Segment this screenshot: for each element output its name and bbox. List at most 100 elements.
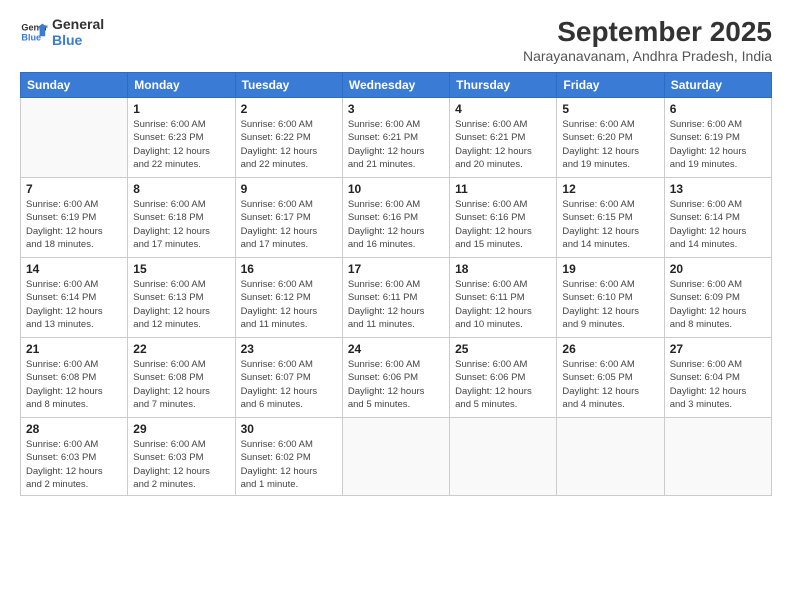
page: General Blue General Blue September 2025… [0,0,792,612]
day-info: Sunrise: 6:00 AM Sunset: 6:12 PM Dayligh… [241,278,337,331]
col-header-tuesday: Tuesday [235,73,342,98]
day-number: 15 [133,262,229,276]
day-info: Sunrise: 6:00 AM Sunset: 6:23 PM Dayligh… [133,118,229,171]
calendar-cell: 2Sunrise: 6:00 AM Sunset: 6:22 PM Daylig… [235,98,342,178]
logo-blue: Blue [52,32,104,48]
calendar-table: SundayMondayTuesdayWednesdayThursdayFrid… [20,72,772,496]
day-info: Sunrise: 6:00 AM Sunset: 6:08 PM Dayligh… [133,358,229,411]
title-block: September 2025 Narayanavanam, Andhra Pra… [523,16,772,64]
calendar-cell [342,418,449,496]
day-info: Sunrise: 6:00 AM Sunset: 6:16 PM Dayligh… [348,198,444,251]
calendar-cell: 25 Sunrise: 6:00 AM Sunset: 6:06 PM Dayli… [450,338,557,418]
day-number: 3 [348,102,444,116]
calendar-cell: 24 Sunrise: 6:00 AM Sunset: 6:06 PM Dayli… [342,338,449,418]
day-number: 19 [562,262,658,276]
calendar-cell: 14 Sunrise: 6:00 AM Sunset: 6:14 PM Dayli… [21,258,128,338]
day-info: Sunrise: 6:00 AM Sunset: 6:06 PM Dayligh… [455,358,551,411]
day-number: 20 [670,262,766,276]
day-number: 16 [241,262,337,276]
calendar-header-row: SundayMondayTuesdayWednesdayThursdayFrid… [21,73,772,98]
day-number: 4 [455,102,551,116]
calendar-cell: 27 Sunrise: 6:00 AM Sunset: 6:04 PM Dayli… [664,338,771,418]
day-info: Sunrise: 6:00 AM Sunset: 6:19 PM Dayligh… [26,198,122,251]
day-info: Sunrise: 6:00 AM Sunset: 6:08 PM Dayligh… [26,358,122,411]
day-info: Sunrise: 6:00 AM Sunset: 6:16 PM Dayligh… [455,198,551,251]
day-number: 27 [670,342,766,356]
calendar-week-row: 21 Sunrise: 6:00 AM Sunset: 6:08 PM Dayli… [21,338,772,418]
col-header-friday: Friday [557,73,664,98]
calendar-week-row: 14 Sunrise: 6:00 AM Sunset: 6:14 PM Dayli… [21,258,772,338]
day-info: Sunrise: 6:00 AM Sunset: 6:07 PM Dayligh… [241,358,337,411]
day-number: 21 [26,342,122,356]
day-info: Sunrise: 6:00 AM Sunset: 6:02 PM Dayligh… [241,438,337,491]
day-info: Sunrise: 6:00 AM Sunset: 6:21 PM Dayligh… [348,118,444,171]
svg-text:Blue: Blue [21,32,41,42]
day-info: Sunrise: 6:00 AM Sunset: 6:06 PM Dayligh… [348,358,444,411]
calendar-week-row: 28 Sunrise: 6:00 AM Sunset: 6:03 PM Dayli… [21,418,772,496]
location: Narayanavanam, Andhra Pradesh, India [523,48,772,64]
day-info: Sunrise: 6:00 AM Sunset: 6:20 PM Dayligh… [562,118,658,171]
calendar-cell: 3 Sunrise: 6:00 AM Sunset: 6:21 PM Daylig… [342,98,449,178]
calendar-cell: 19 Sunrise: 6:00 AM Sunset: 6:10 PM Dayli… [557,258,664,338]
day-info: Sunrise: 6:00 AM Sunset: 6:04 PM Dayligh… [670,358,766,411]
day-number: 13 [670,182,766,196]
day-info: Sunrise: 6:00 AM Sunset: 6:22 PM Dayligh… [241,118,337,171]
calendar-cell: 30Sunrise: 6:00 AM Sunset: 6:02 PM Dayli… [235,418,342,496]
day-number: 17 [348,262,444,276]
day-number: 5 [562,102,658,116]
day-info: Sunrise: 6:00 AM Sunset: 6:15 PM Dayligh… [562,198,658,251]
calendar-cell: 7 Sunrise: 6:00 AM Sunset: 6:19 PM Daylig… [21,178,128,258]
logo: General Blue General Blue [20,16,104,48]
day-number: 24 [348,342,444,356]
day-info: Sunrise: 6:00 AM Sunset: 6:14 PM Dayligh… [26,278,122,331]
day-info: Sunrise: 6:00 AM Sunset: 6:17 PM Dayligh… [241,198,337,251]
calendar-cell: 4 Sunrise: 6:00 AM Sunset: 6:21 PM Daylig… [450,98,557,178]
calendar-cell: 16 Sunrise: 6:00 AM Sunset: 6:12 PM Dayli… [235,258,342,338]
calendar-cell: 15 Sunrise: 6:00 AM Sunset: 6:13 PM Dayli… [128,258,235,338]
col-header-monday: Monday [128,73,235,98]
day-info: Sunrise: 6:00 AM Sunset: 6:09 PM Dayligh… [670,278,766,331]
calendar-week-row: 7 Sunrise: 6:00 AM Sunset: 6:19 PM Daylig… [21,178,772,258]
day-info: Sunrise: 6:00 AM Sunset: 6:11 PM Dayligh… [348,278,444,331]
day-number: 25 [455,342,551,356]
day-number: 9 [241,182,337,196]
day-number: 28 [26,422,122,436]
day-info: Sunrise: 6:00 AM Sunset: 6:11 PM Dayligh… [455,278,551,331]
calendar-cell: 10 Sunrise: 6:00 AM Sunset: 6:16 PM Dayli… [342,178,449,258]
day-info: Sunrise: 6:00 AM Sunset: 6:21 PM Dayligh… [455,118,551,171]
calendar-cell: 5 Sunrise: 6:00 AM Sunset: 6:20 PM Daylig… [557,98,664,178]
day-number: 23 [241,342,337,356]
day-number: 10 [348,182,444,196]
day-number: 12 [562,182,658,196]
calendar-cell [664,418,771,496]
day-number: 7 [26,182,122,196]
calendar-cell: 17 Sunrise: 6:00 AM Sunset: 6:11 PM Dayli… [342,258,449,338]
calendar-cell: 13 Sunrise: 6:00 AM Sunset: 6:14 PM Dayli… [664,178,771,258]
col-header-sunday: Sunday [21,73,128,98]
day-number: 14 [26,262,122,276]
calendar-week-row: 1Sunrise: 6:00 AM Sunset: 6:23 PM Daylig… [21,98,772,178]
calendar-cell: 29Sunrise: 6:00 AM Sunset: 6:03 PM Dayli… [128,418,235,496]
day-number: 6 [670,102,766,116]
calendar-cell: 6Sunrise: 6:00 AM Sunset: 6:19 PM Daylig… [664,98,771,178]
month-title: September 2025 [523,16,772,48]
day-info: Sunrise: 6:00 AM Sunset: 6:03 PM Dayligh… [26,438,122,491]
day-info: Sunrise: 6:00 AM Sunset: 6:05 PM Dayligh… [562,358,658,411]
day-info: Sunrise: 6:00 AM Sunset: 6:03 PM Dayligh… [133,438,229,491]
calendar-cell: 18 Sunrise: 6:00 AM Sunset: 6:11 PM Dayli… [450,258,557,338]
calendar-cell: 23 Sunrise: 6:00 AM Sunset: 6:07 PM Dayli… [235,338,342,418]
day-number: 26 [562,342,658,356]
day-number: 22 [133,342,229,356]
day-number: 18 [455,262,551,276]
calendar-cell: 1Sunrise: 6:00 AM Sunset: 6:23 PM Daylig… [128,98,235,178]
calendar-cell [21,98,128,178]
calendar-cell: 8Sunrise: 6:00 AM Sunset: 6:18 PM Daylig… [128,178,235,258]
logo-text: General [52,16,104,32]
day-number: 11 [455,182,551,196]
day-info: Sunrise: 6:00 AM Sunset: 6:13 PM Dayligh… [133,278,229,331]
day-info: Sunrise: 6:00 AM Sunset: 6:14 PM Dayligh… [670,198,766,251]
calendar-cell: 9 Sunrise: 6:00 AM Sunset: 6:17 PM Daylig… [235,178,342,258]
day-info: Sunrise: 6:00 AM Sunset: 6:10 PM Dayligh… [562,278,658,331]
calendar-cell: 21 Sunrise: 6:00 AM Sunset: 6:08 PM Dayli… [21,338,128,418]
calendar-cell [450,418,557,496]
